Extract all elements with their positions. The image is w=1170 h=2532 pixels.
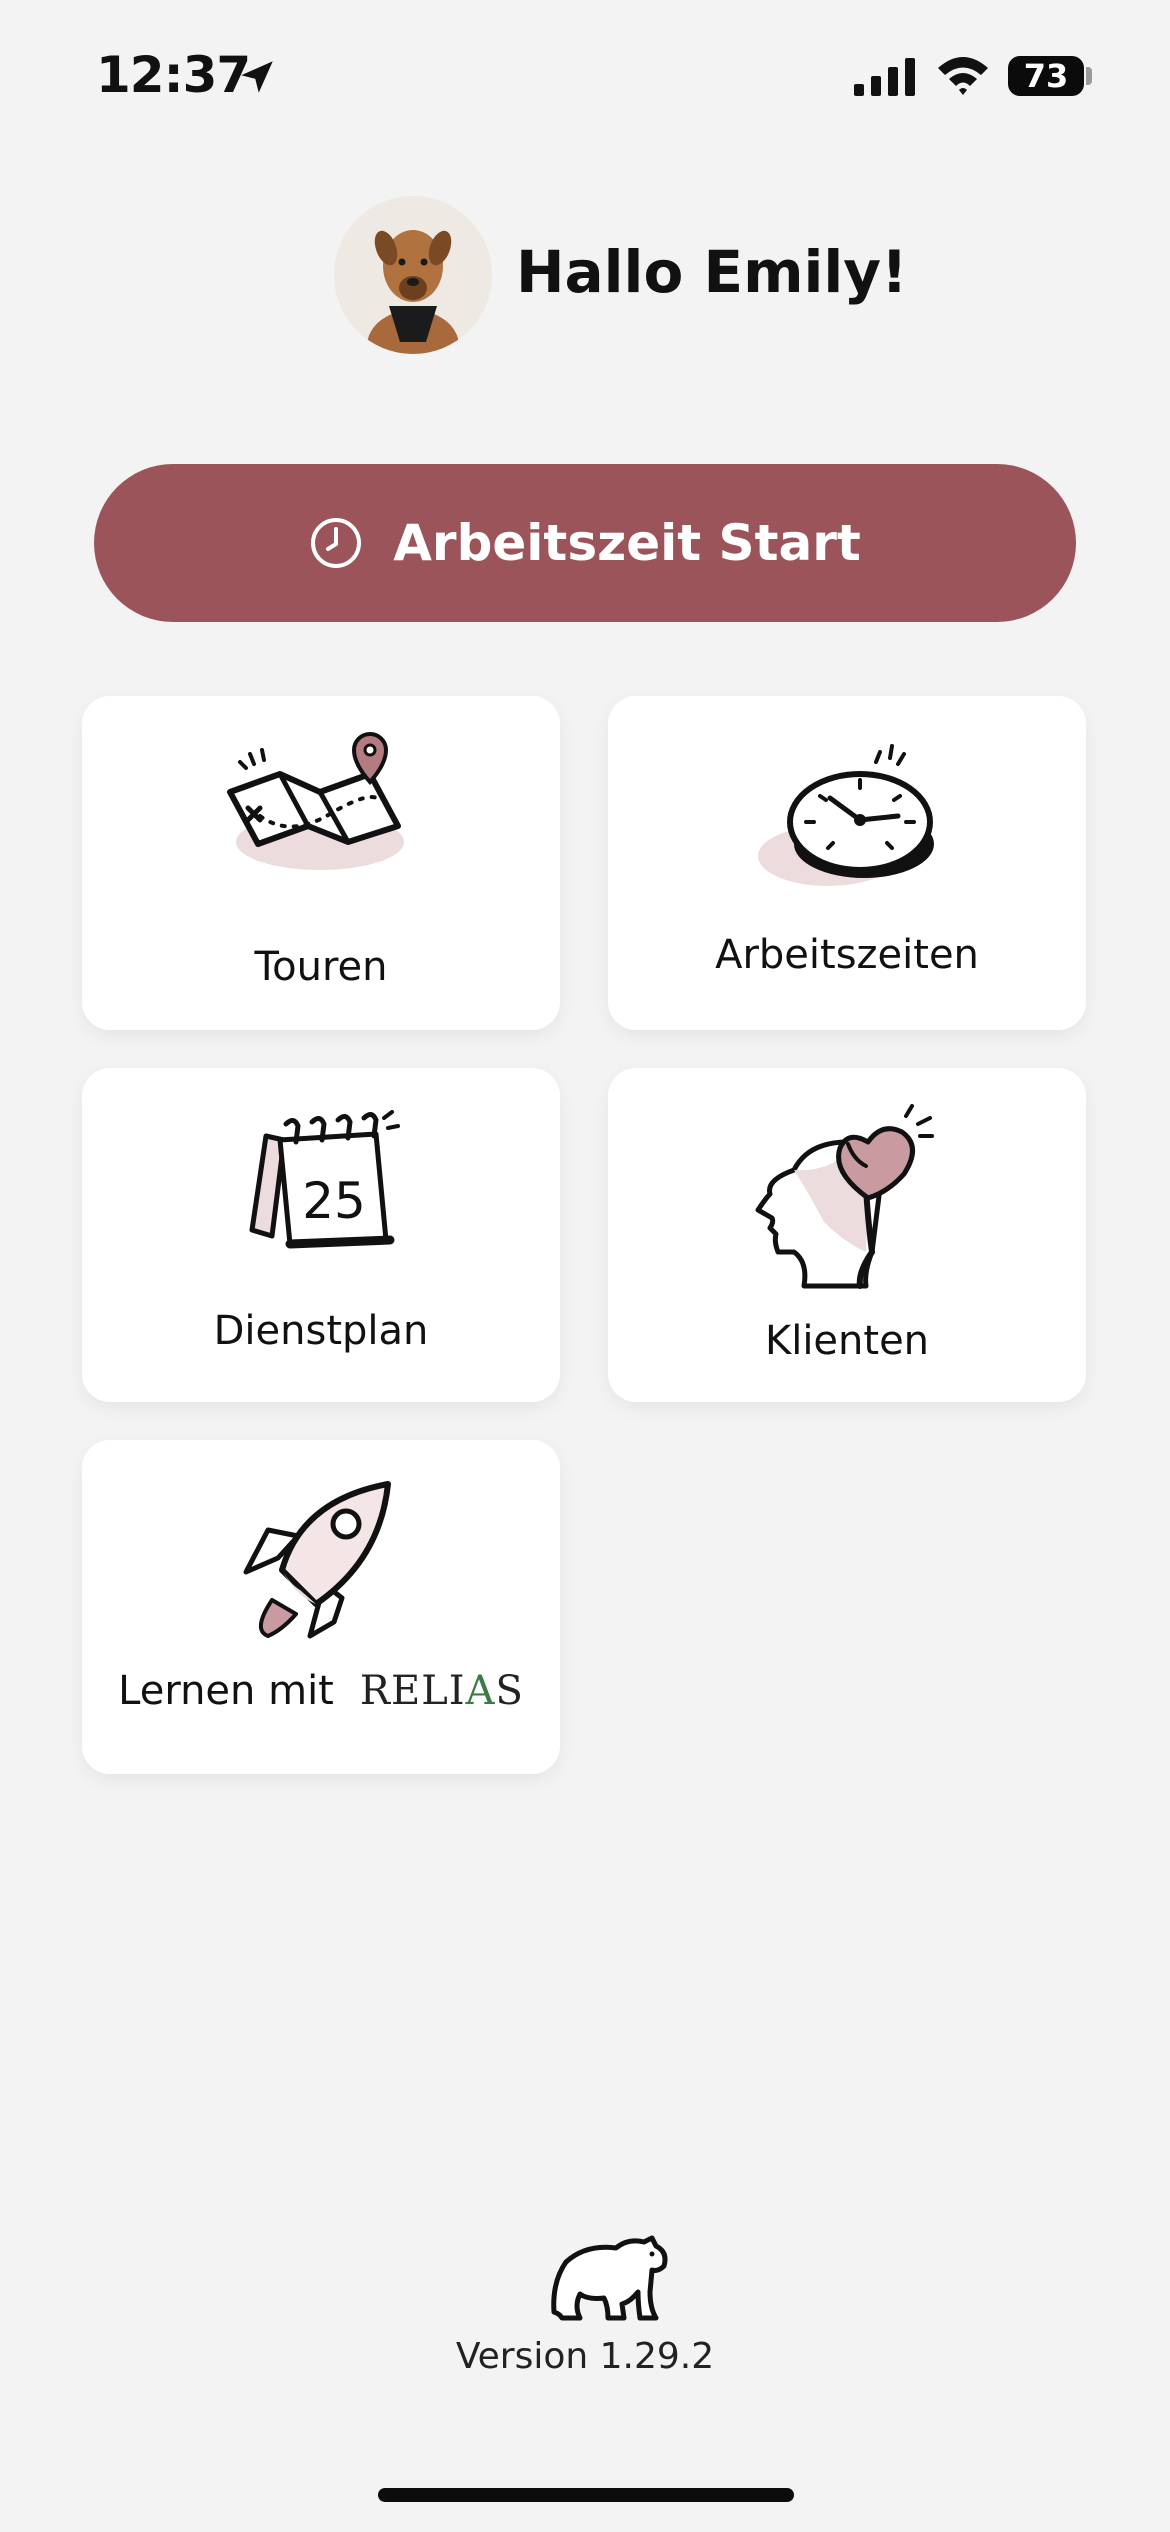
- tile-touren-label: Touren: [254, 944, 388, 990]
- relias-logo: RELIAS: [359, 1668, 524, 1714]
- status-bar: 12:37 73: [0, 0, 1170, 150]
- work-time-start-button[interactable]: Arbeitszeit Start: [94, 464, 1076, 622]
- calendar-number: 25: [302, 1172, 366, 1230]
- battery-cap: [1086, 67, 1092, 85]
- status-time: 12:37: [96, 46, 251, 104]
- avatar[interactable]: [334, 196, 492, 354]
- clock-icon: [311, 518, 362, 568]
- tile-arbeitszeiten-label: Arbeitszeiten: [715, 932, 979, 978]
- tile-dienstplan[interactable]: 25 Dienstplan: [82, 1068, 560, 1402]
- home-indicator[interactable]: [378, 2488, 794, 2502]
- work-time-start-label: Arbeitszeit Start: [393, 514, 861, 572]
- calendar-icon: 25: [249, 1110, 400, 1249]
- tile-lernen-label: Lernen mit: [118, 1668, 334, 1714]
- map-icon: [227, 731, 404, 870]
- head-heart-icon: [755, 1104, 934, 1289]
- tile-lernen-mit-relias[interactable]: Lernen mit RELIAS: [82, 1440, 560, 1774]
- tile-touren[interactable]: Touren: [82, 696, 560, 1030]
- app-version: Version 1.29.2: [455, 2336, 715, 2377]
- relias-row: Lernen mit RELIAS: [82, 1668, 560, 1714]
- tile-arbeitszeiten[interactable]: Arbeitszeiten: [608, 696, 1086, 1030]
- wifi-icon: [938, 57, 988, 95]
- dog-avatar-image: [334, 196, 492, 354]
- tile-klienten-label: Klienten: [764, 1318, 930, 1364]
- location-arrow-icon: [241, 61, 273, 93]
- cellular-signal-icon: [854, 58, 915, 96]
- rocket-icon: [243, 1481, 391, 1639]
- tile-klienten[interactable]: Klienten: [608, 1068, 1086, 1402]
- greeting-title: Hallo Emily!: [516, 238, 908, 306]
- tile-dienstplan-label: Dienstplan: [213, 1308, 429, 1354]
- bear-logo-icon: [551, 2235, 668, 2321]
- stopwatch-icon: [758, 744, 934, 886]
- battery-indicator: 73: [1008, 56, 1084, 96]
